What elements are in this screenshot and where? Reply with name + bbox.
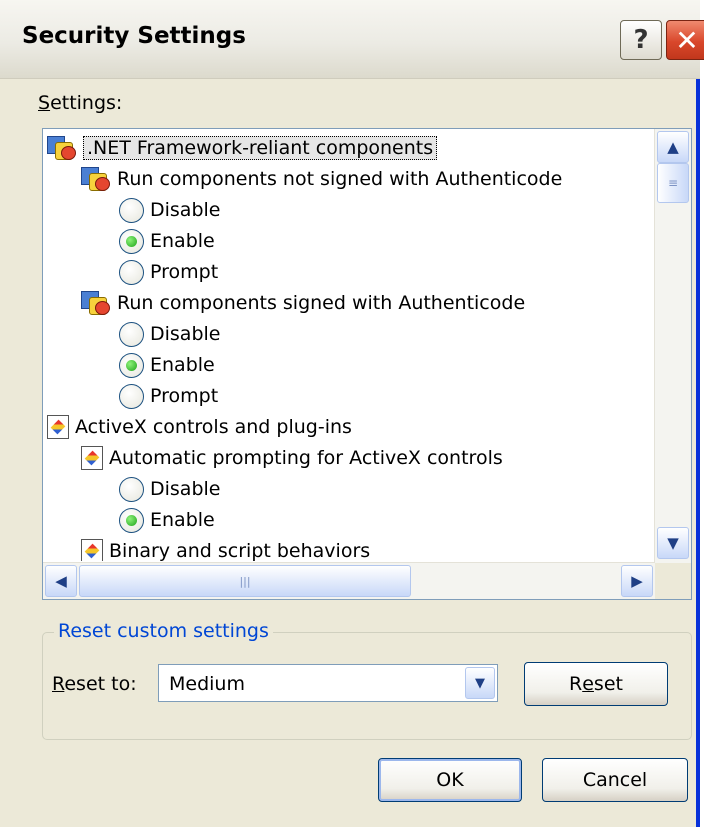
tree-item-label: Disable [150,199,221,221]
radio-button[interactable] [119,197,144,223]
tree-item-label: Binary and script behaviors [109,540,371,561]
activex-icon [47,415,69,439]
settings-tree[interactable]: .NET Framework-reliant components Run com… [42,128,692,600]
dropdown-button[interactable]: ▼ [465,667,495,699]
title-bar[interactable]: Security Settings ? ✕ [0,0,704,79]
horizontal-scrollbar[interactable]: ◀ ||| ▶ [43,562,655,599]
radio-button[interactable] [119,383,144,409]
settings-label: Settings: [38,92,123,114]
reset-button[interactable]: Re set [524,662,668,706]
scroll-down-button[interactable]: ▼ [657,527,689,559]
scroll-left-button[interactable]: ◀ [45,565,77,597]
close-icon: ✕ [675,23,699,57]
vertical-scrollbar[interactable]: ▲ ≡ ▼ [654,129,691,563]
radio-option[interactable]: Disable [119,474,220,504]
settings-tree-content: .NET Framework-reliant components Run com… [43,129,655,561]
tree-setting[interactable]: Binary and script behaviors [81,536,370,561]
tree-category[interactable]: ActiveX controls and plug-ins [47,412,352,442]
dotnet-components-icon [47,134,77,162]
radio-option[interactable]: Enable [119,226,215,256]
reset-level-dropdown[interactable]: Medium ▼ [158,664,498,702]
vertical-scroll-thumb[interactable]: ≡ [657,163,689,203]
radio-button[interactable] [119,259,144,285]
tree-setting[interactable]: Run components signed with Authenticode [81,288,525,318]
radio-button-checked[interactable] [119,507,144,533]
radio-button-checked[interactable] [119,228,144,254]
chevron-left-icon: ◀ [55,572,67,590]
chevron-right-icon: ▶ [631,572,643,590]
tree-item-label: ActiveX controls and plug-ins [75,416,352,438]
scroll-right-button[interactable]: ▶ [621,565,653,597]
activex-icon [81,446,103,470]
tree-item-label: Disable [150,323,221,345]
tree-item-label: Enable [150,509,215,531]
help-icon: ? [633,25,649,55]
chevron-up-icon: ▲ [667,138,679,156]
ok-button[interactable]: OK [378,758,522,802]
tree-item-label: Prompt [150,385,219,407]
tree-item-label: .NET Framework-reliant components [83,136,438,160]
radio-button[interactable] [119,321,144,347]
reset-to-label: Reset to: [52,673,137,695]
reset-group-legend: Reset custom settings [54,620,273,642]
cancel-button[interactable]: Cancel [542,758,688,802]
tree-item-label: Run components signed with Authenticode [117,292,526,314]
radio-option[interactable]: Prompt [119,381,218,411]
chevron-down-icon: ▼ [475,675,485,691]
tree-item-label: Automatic prompting for ActiveX controls [109,447,503,469]
tree-item-label: Prompt [150,261,219,283]
horizontal-scroll-thumb[interactable]: ||| [79,565,411,597]
radio-option[interactable]: Enable [119,505,215,535]
tree-setting[interactable]: Run components not signed with Authentic… [81,164,562,194]
radio-option[interactable]: Enable [119,350,215,380]
radio-button[interactable] [119,476,144,502]
radio-option[interactable]: Disable [119,319,220,349]
dotnet-components-icon [81,289,111,317]
reset-level-value: Medium [169,673,245,695]
scroll-corner [655,563,691,599]
tree-item-label: Run components not signed with Authentic… [117,168,563,190]
tree-item-label: Enable [150,230,215,252]
grip-icon: ||| [239,574,251,588]
close-button[interactable]: ✕ [666,20,704,60]
scroll-up-button[interactable]: ▲ [657,131,689,163]
radio-button-checked[interactable] [119,352,144,378]
dotnet-components-icon [81,165,111,193]
window-title: Security Settings [22,23,246,49]
radio-option[interactable]: Disable [119,195,220,225]
activex-icon [81,539,103,561]
grip-icon: ≡ [667,176,679,190]
security-settings-dialog: Security Settings ? ✕ Settings: .NET Fra… [0,0,704,827]
tree-setting[interactable]: Automatic prompting for ActiveX controls [81,443,503,473]
help-button[interactable]: ? [620,20,662,60]
tree-category[interactable]: .NET Framework-reliant components [47,133,438,163]
tree-item-label: Enable [150,354,215,376]
chevron-down-icon: ▼ [667,534,679,552]
radio-option[interactable]: Prompt [119,257,218,287]
tree-item-label: Disable [150,478,221,500]
